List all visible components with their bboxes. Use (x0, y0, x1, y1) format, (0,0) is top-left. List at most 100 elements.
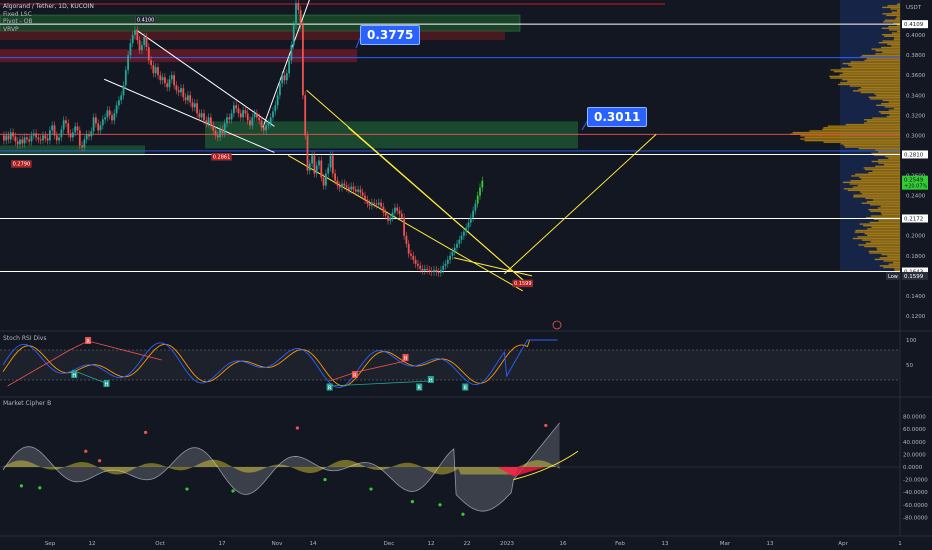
candle[interactable] (320, 160, 323, 178)
candle[interactable] (173, 75, 175, 86)
candle[interactable] (37, 137, 40, 140)
candle[interactable] (166, 83, 169, 88)
candle[interactable] (364, 195, 366, 200)
price-tick-label[interactable]: 0.3200 (906, 113, 926, 119)
candle[interactable] (19, 139, 21, 145)
price-tick-label[interactable]: 0.3400 (906, 93, 926, 99)
candle[interactable] (154, 67, 157, 74)
candle[interactable] (210, 117, 212, 126)
time-tick-label[interactable]: Mar (720, 541, 731, 547)
candle[interactable] (58, 137, 60, 141)
candle[interactable] (435, 269, 438, 272)
candle[interactable] (9, 132, 12, 140)
cipher-tick-label[interactable]: -20.0000 (903, 478, 928, 484)
candle[interactable] (380, 202, 382, 207)
candle[interactable] (74, 126, 77, 133)
cipher-tick-label[interactable]: -40.0000 (903, 490, 928, 496)
candle[interactable] (396, 207, 399, 211)
candle[interactable] (260, 120, 263, 128)
candle[interactable] (338, 185, 341, 188)
candle[interactable] (138, 40, 141, 51)
candle[interactable] (196, 103, 198, 114)
candle[interactable] (308, 163, 311, 171)
candle[interactable] (223, 123, 226, 134)
price-tick-label[interactable]: 0.1800 (906, 254, 926, 260)
candle[interactable] (7, 135, 10, 140)
candle[interactable] (479, 187, 481, 196)
candle[interactable] (122, 85, 125, 96)
price-tick-label[interactable]: 0.1200 (906, 314, 926, 320)
candle[interactable] (382, 206, 385, 213)
price-axis-tag[interactable]: 0.2810 (904, 152, 924, 158)
candle[interactable] (336, 180, 339, 186)
candle[interactable] (65, 120, 67, 124)
time-tick-label[interactable]: Dec (384, 541, 395, 547)
candle[interactable] (417, 263, 419, 266)
candle[interactable] (67, 123, 70, 134)
candle[interactable] (81, 145, 83, 148)
time-tick-label[interactable]: Nov (272, 541, 283, 547)
candle[interactable] (288, 60, 290, 74)
time-tick-label[interactable]: 13 (662, 541, 669, 547)
candle[interactable] (175, 85, 178, 91)
candle[interactable] (189, 95, 192, 103)
candle[interactable] (120, 95, 123, 101)
last-price-change[interactable]: +20.07% (904, 184, 928, 190)
stoch-tick-label[interactable]: 100 (906, 338, 917, 344)
cipher-tick-label[interactable]: -80.0000 (903, 515, 928, 521)
candle[interactable] (357, 189, 359, 192)
candle[interactable] (311, 155, 313, 164)
candle[interactable] (164, 77, 166, 84)
candle[interactable] (384, 212, 387, 216)
price-tick-label[interactable]: 0.2400 (906, 194, 926, 200)
candle[interactable] (46, 138, 49, 141)
candle[interactable] (147, 47, 150, 61)
pivot-label[interactable]: 0.4100 (137, 17, 155, 23)
time-tick-label[interactable]: Sep (45, 541, 56, 547)
candle[interactable] (430, 270, 433, 272)
candle[interactable] (16, 141, 19, 145)
candle[interactable] (141, 45, 143, 51)
candle[interactable] (157, 67, 159, 76)
candle[interactable] (134, 30, 136, 36)
candle[interactable] (359, 189, 362, 193)
candle[interactable] (414, 259, 417, 264)
candle[interactable] (49, 130, 51, 141)
candle[interactable] (449, 255, 451, 260)
price-axis-tag[interactable]: 0.2172 (904, 216, 923, 222)
candle[interactable] (198, 113, 201, 118)
candle[interactable] (53, 125, 56, 136)
pivot-label[interactable]: 0.1599 (514, 281, 532, 287)
indicator-fixed-lsc[interactable]: Fixed LSC (3, 11, 94, 19)
candle[interactable] (104, 117, 106, 120)
candle[interactable] (69, 133, 72, 138)
candle[interactable] (373, 202, 376, 204)
candle[interactable] (152, 65, 155, 74)
candle[interactable] (343, 183, 346, 186)
candle[interactable] (437, 271, 440, 273)
time-tick-label[interactable]: 12 (428, 541, 435, 547)
candle[interactable] (187, 95, 189, 101)
candle[interactable] (463, 231, 465, 236)
candle[interactable] (313, 155, 316, 174)
candle[interactable] (182, 88, 185, 98)
candle[interactable] (111, 115, 113, 121)
candle[interactable] (99, 125, 102, 131)
candle[interactable] (442, 265, 445, 270)
candle[interactable] (274, 105, 277, 112)
candle[interactable] (377, 202, 380, 205)
price-tick-label[interactable]: 0.3000 (906, 133, 926, 139)
candle[interactable] (216, 135, 219, 138)
candle[interactable] (180, 88, 182, 93)
candle[interactable] (389, 217, 392, 221)
candle[interactable] (39, 139, 42, 141)
candle[interactable] (3, 135, 5, 141)
candle[interactable] (412, 255, 415, 260)
candle[interactable] (423, 268, 426, 271)
candle[interactable] (233, 105, 235, 114)
candle[interactable] (269, 117, 272, 124)
candle[interactable] (394, 207, 396, 213)
candle[interactable] (145, 37, 148, 48)
candle[interactable] (329, 155, 332, 168)
candle[interactable] (85, 134, 88, 140)
